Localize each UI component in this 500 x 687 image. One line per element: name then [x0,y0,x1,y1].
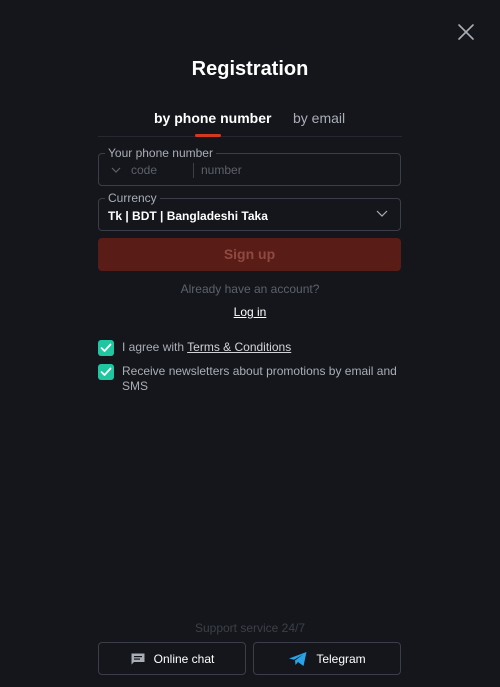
terms-link[interactable]: Terms & Conditions [187,340,291,354]
code-divider [193,163,194,178]
page-title: Registration [191,58,309,80]
login-link[interactable]: Log in [0,305,500,319]
terms-label: I agree with Terms & Conditions [122,340,291,355]
currency-value: Tk | BDT | Bangladeshi Taka [108,209,268,223]
online-chat-button[interactable]: Online chat [98,642,246,675]
close-icon[interactable] [456,22,476,42]
checkmark-icon [100,343,112,352]
telegram-label: Telegram [316,651,366,666]
sign-up-button[interactable]: Sign up [98,238,401,271]
active-tab-indicator [195,134,221,137]
telegram-button[interactable]: Telegram [253,642,401,675]
phone-field-legend: Your phone number [105,146,216,160]
chat-icon [131,653,145,664]
method-tabs: by phone number by email [98,104,402,137]
phone-number-field: Your phone number code [98,146,401,186]
already-account-text: Already have an account? [180,282,320,296]
online-chat-label: Online chat [153,651,215,666]
support-title: Support service 24/7 [194,621,306,635]
registration-modal: Registration by phone number by email Yo… [0,0,500,687]
code-placeholder: code [131,163,158,177]
terms-consent-row: I agree with Terms & Conditions [98,340,402,356]
checkmark-icon [100,367,112,376]
newsletter-label: Receive newsletters about promotions by … [122,364,397,393]
newsletter-checkbox[interactable] [98,364,114,380]
newsletter-consent-row: Receive newsletters about promotions by … [98,364,402,394]
chevron-down-icon [376,210,388,217]
telegram-icon [289,651,307,666]
currency-select[interactable]: Currency Tk | BDT | Bangladeshi Taka [98,191,401,231]
tab-email[interactable]: by email [293,110,345,126]
country-code-select[interactable]: code [111,163,157,177]
chevron-down-icon [111,167,121,173]
tab-phone-number[interactable]: by phone number [154,110,271,126]
currency-field-legend: Currency [105,191,160,205]
terms-prefix: I agree with [122,340,188,354]
terms-checkbox[interactable] [98,340,114,356]
phone-number-input[interactable] [201,159,391,181]
login-link-label[interactable]: Log in [234,305,267,319]
